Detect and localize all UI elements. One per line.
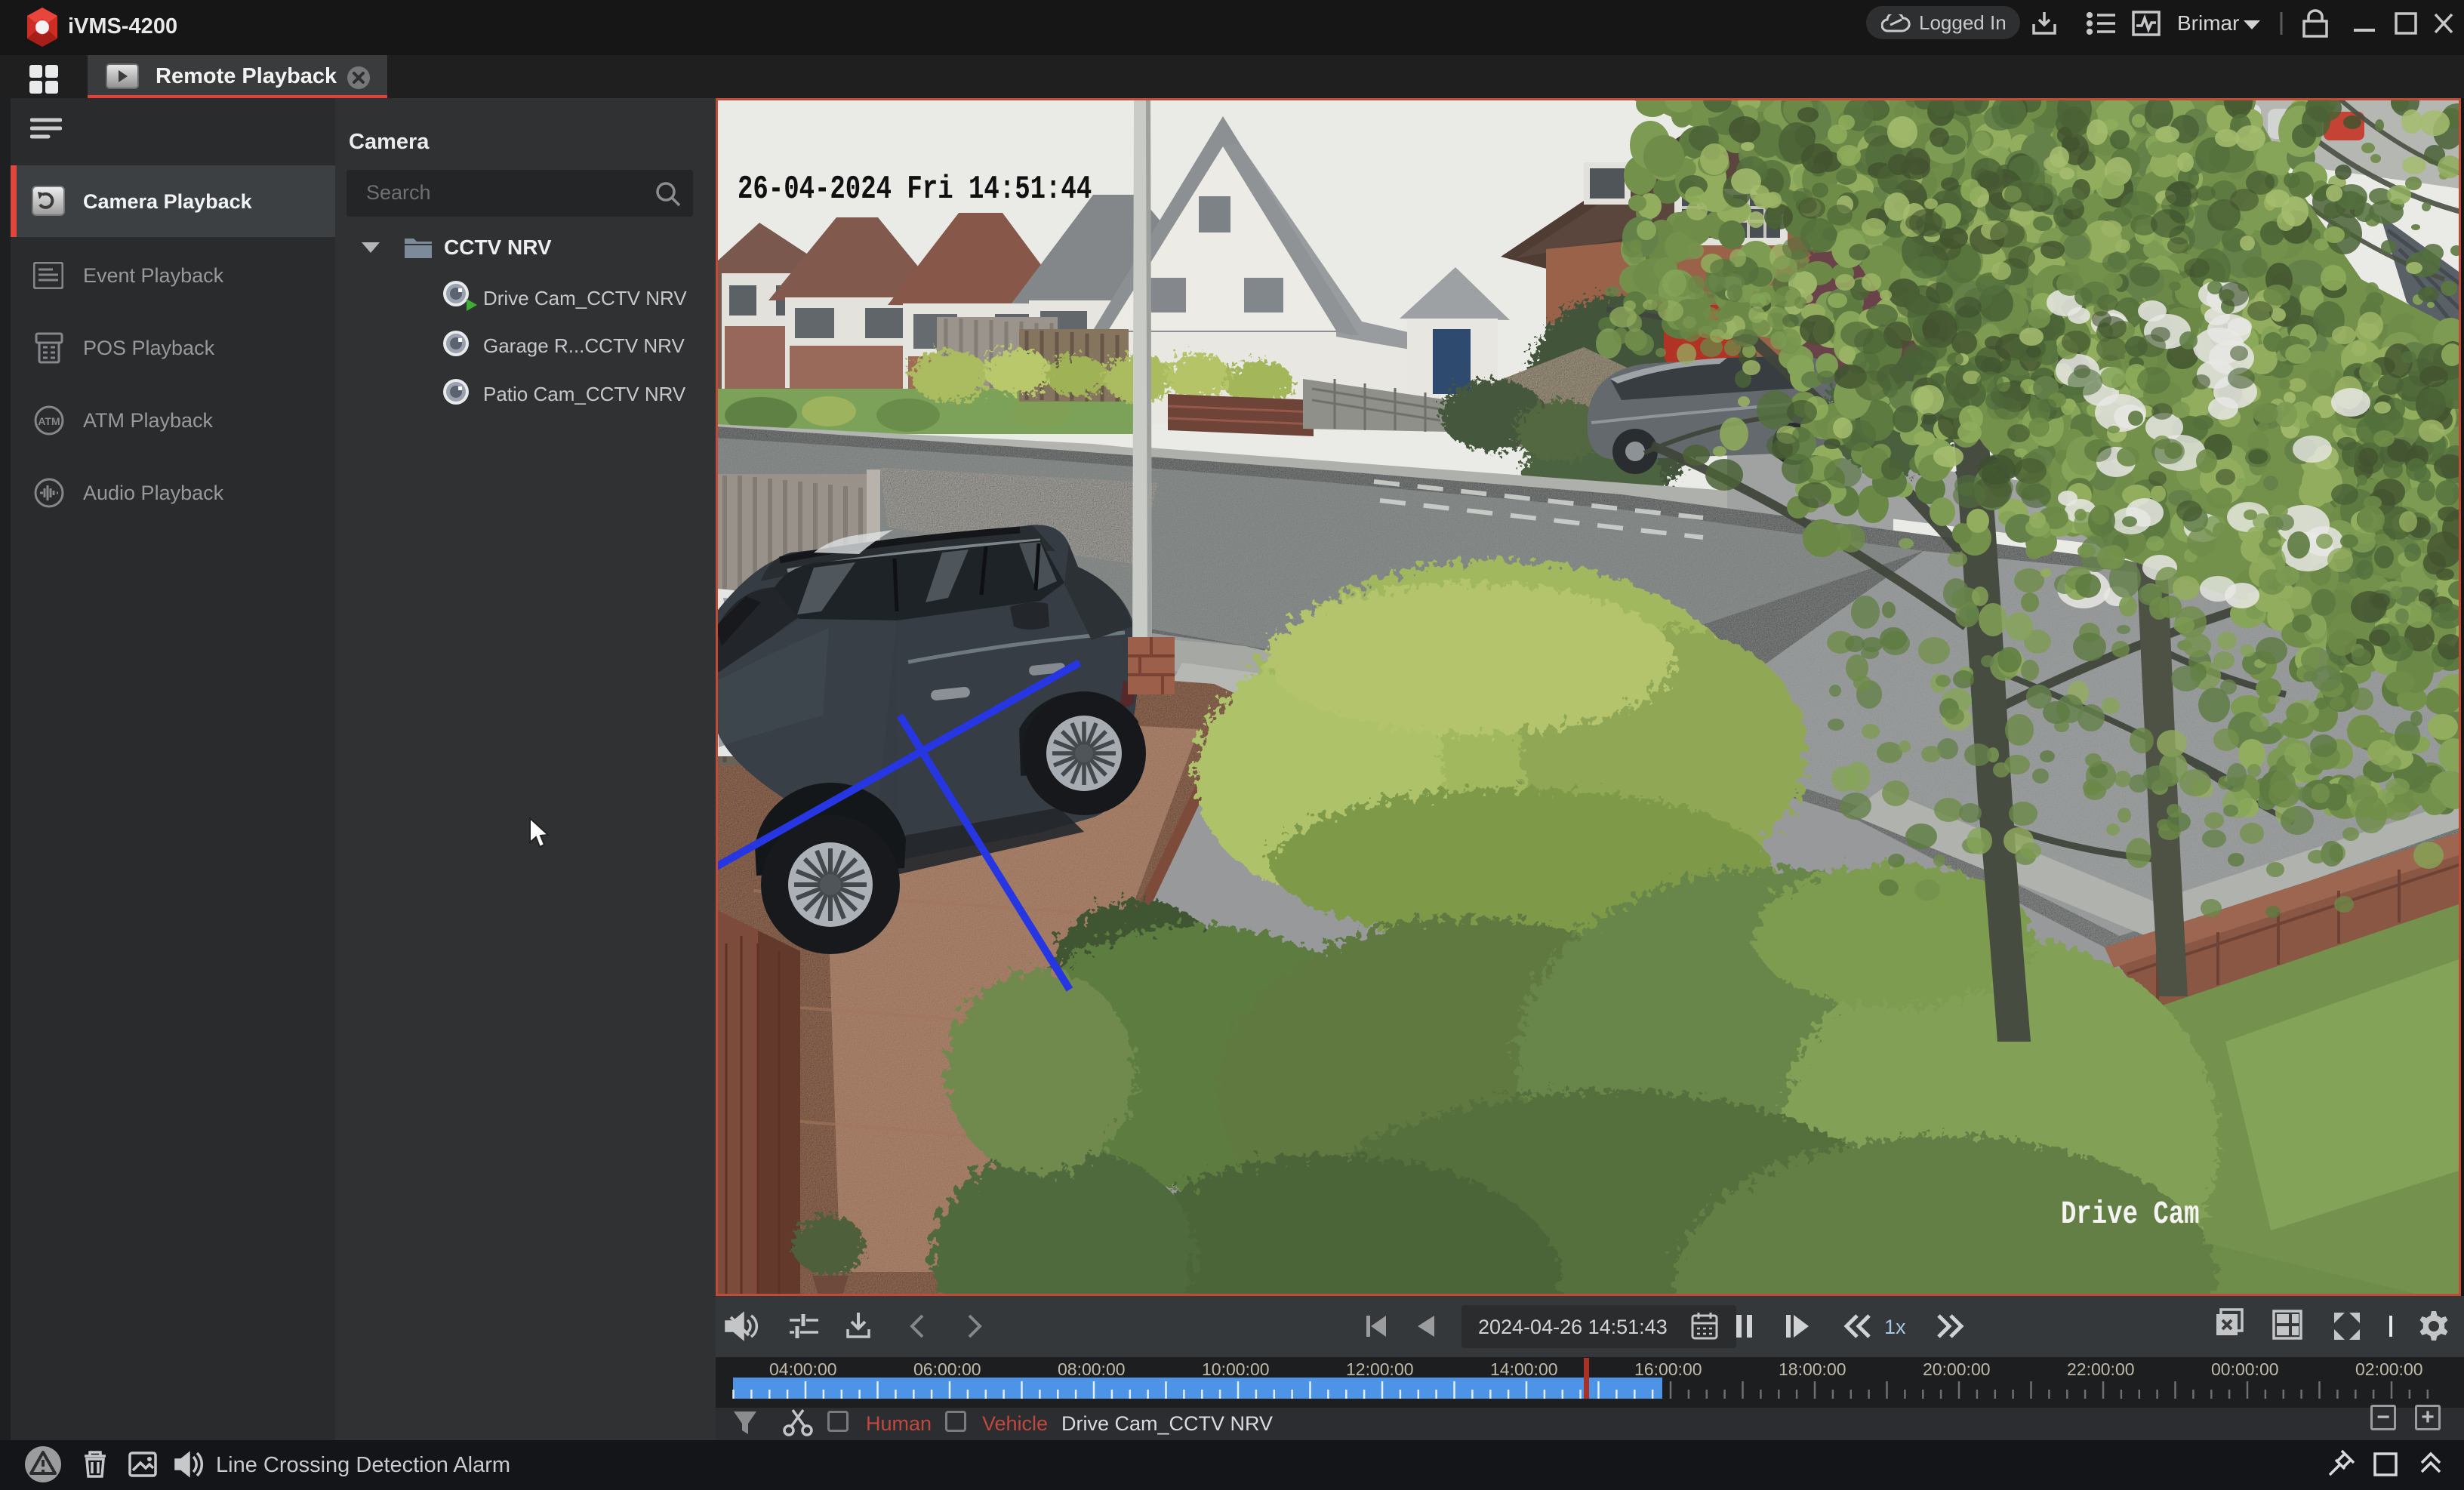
svg-text:26-04-2024 Fri 14:51:44: 26-04-2024 Fri 14:51:44 bbox=[738, 170, 1092, 208]
svg-text:Drive Cam: Drive Cam bbox=[2061, 1196, 2200, 1233]
svg-text:ATM: ATM bbox=[38, 415, 60, 427]
